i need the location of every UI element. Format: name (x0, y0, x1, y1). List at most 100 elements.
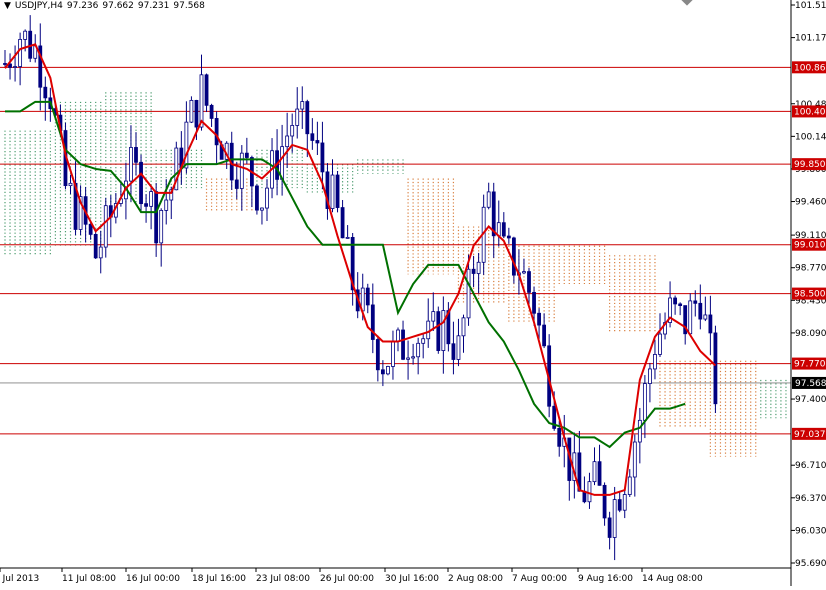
level-label: 100.860 (794, 63, 826, 73)
y-tick-label: 98.770 (795, 264, 826, 274)
candle-body (214, 118, 219, 146)
candle-body (300, 101, 305, 110)
candle-body (103, 205, 108, 248)
level-label: 97.037 (794, 430, 826, 440)
candle-body (506, 235, 511, 239)
candle-body (426, 320, 431, 340)
candle-body (653, 354, 657, 370)
candle-body (713, 332, 718, 405)
candle-body (144, 203, 148, 207)
candle-body (18, 39, 23, 67)
candle-body (234, 179, 239, 189)
y-tick-label: 96.030 (795, 526, 826, 536)
kijun-line (5, 100, 686, 449)
candle-body (441, 310, 446, 351)
candle-body (658, 333, 662, 355)
candle-body (617, 499, 622, 511)
candle-body (285, 135, 290, 148)
candle-body (501, 222, 506, 237)
candle-body (703, 314, 708, 320)
candle-body (648, 368, 652, 384)
candle-body (3, 63, 7, 65)
candle-body (627, 476, 632, 495)
candle-body (436, 311, 441, 351)
candle-body (134, 147, 138, 163)
candle-body (698, 302, 703, 320)
candle-body (330, 174, 335, 209)
y-tick-label: 99.460 (795, 198, 826, 208)
symbol-label: USDJPY,H4 (14, 1, 63, 11)
candle-body (486, 191, 491, 208)
candle-body (255, 185, 259, 211)
x-tick-label: 7 Aug 00:00 (512, 574, 567, 584)
x-tick-label: 2 Aug 08:00 (448, 574, 503, 584)
candle-body (406, 357, 410, 360)
candle-body (411, 356, 416, 359)
candle-body (199, 74, 204, 128)
triangle-down-icon[interactable]: ▼ (4, 1, 11, 11)
candle-body (13, 66, 17, 68)
candle-body (471, 268, 476, 274)
candle-body (461, 317, 466, 337)
level-label: 99.850 (794, 160, 826, 170)
y-tick-label: 96.370 (795, 494, 826, 504)
current-price-label: 97.568 (795, 379, 826, 389)
candle-body (189, 99, 194, 123)
candle-body (305, 101, 310, 135)
candle-body (386, 366, 390, 375)
candle-body (139, 161, 143, 205)
candle-body (340, 207, 345, 239)
candle-body (421, 338, 426, 344)
candle-body (542, 324, 547, 347)
candle-body (68, 182, 73, 187)
candle-body (511, 237, 516, 276)
candle-body (204, 74, 209, 106)
candle-body (380, 369, 385, 375)
candle-body (164, 199, 169, 211)
candle-body (416, 342, 421, 358)
x-tick-label: 23 Jul 08:00 (256, 574, 310, 584)
candle-body (365, 287, 370, 306)
candle-body (295, 108, 300, 126)
open-value: 97.236 (66, 1, 99, 11)
candle-body (622, 494, 627, 511)
y-tick-label: 101.510 (795, 1, 826, 11)
candle-body (98, 246, 103, 259)
x-tick-label: 11 Jul 08:00 (62, 574, 116, 584)
candle-body (431, 311, 436, 322)
candle-body (537, 312, 541, 326)
x-tick-label: 16 Jul 00:00 (126, 574, 180, 584)
candle-body (532, 291, 536, 314)
level-label: 98.500 (794, 290, 826, 300)
candle-body (315, 140, 320, 144)
x-tick-label: 26 Jul 00:00 (320, 574, 374, 584)
chart: ▼ USDJPY,H4 97.236 97.662 97.231 97.568 101.5… (0, 0, 826, 586)
candle-body (592, 461, 597, 483)
candle-body (209, 104, 214, 119)
candle-body (370, 304, 375, 340)
y-tick-label: 97.400 (795, 395, 826, 405)
y-tick-label: 101.170 (795, 34, 826, 44)
candle-body (375, 339, 380, 371)
candle-body (607, 517, 612, 538)
candle-body (129, 147, 133, 182)
close-value: 97.568 (173, 1, 205, 11)
level-label: 100.400 (794, 107, 826, 117)
candle-body (184, 121, 189, 169)
chart-canvas[interactable]: 101.510101.170100.480100.14099.80099.460… (0, 0, 826, 586)
candle-body (476, 261, 481, 274)
candle-body (149, 191, 154, 207)
candle-body (527, 271, 531, 293)
candle-body (194, 99, 199, 128)
candle-body (345, 236, 350, 239)
candle-body (396, 329, 400, 342)
candle-body (466, 268, 471, 319)
candle-body (260, 207, 264, 211)
level-label: 99.010 (794, 241, 826, 251)
candle-body (708, 314, 713, 334)
level-label: 97.770 (794, 360, 826, 370)
candle-body (451, 343, 456, 360)
candle-body (93, 233, 98, 259)
candle-body (688, 300, 693, 335)
candle-body (401, 329, 405, 360)
